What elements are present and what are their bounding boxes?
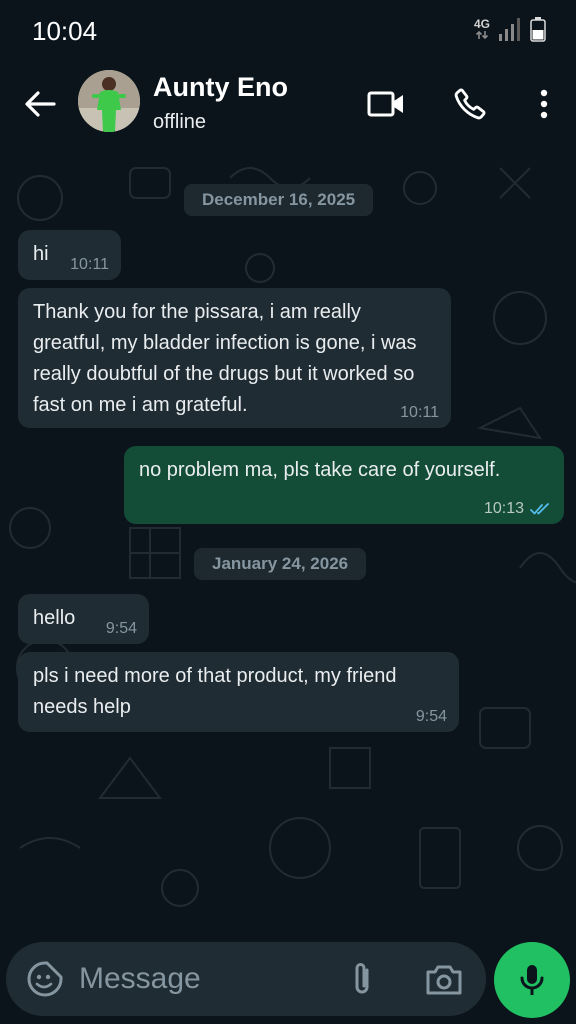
contact-name[interactable]: Aunty Eno: [153, 72, 288, 103]
message-bubble-incoming[interactable]: hello 9:54: [18, 594, 149, 644]
compose-bar: Message: [0, 938, 576, 1024]
signal-icon: [499, 18, 520, 41]
status-time: 10:04: [32, 16, 98, 46]
message-timestamp: 10:11: [70, 256, 109, 273]
message-bubble-outgoing[interactable]: no problem ma, pls take care of yourself…: [124, 446, 564, 524]
message-input[interactable]: Message: [6, 942, 486, 1016]
video-call-button[interactable]: [364, 82, 408, 126]
voice-call-icon: [454, 88, 486, 120]
camera-icon: [426, 965, 462, 995]
back-button[interactable]: [20, 84, 60, 124]
chat-header: Aunty Eno offline: [0, 64, 576, 148]
more-options-button[interactable]: [522, 82, 566, 126]
status-bar: 10:04 4G: [0, 0, 576, 64]
date-separator: January 24, 2026: [194, 548, 367, 580]
message-text: no problem ma, pls take care of yourself…: [139, 459, 501, 481]
video-call-icon: [367, 91, 403, 117]
microphone-icon: [520, 965, 544, 995]
message-text: Thank you for the pissara, i am really g…: [33, 301, 417, 416]
status-icons: 4G: [474, 16, 546, 42]
message-time: 10:13: [484, 500, 552, 518]
camera-button[interactable]: [424, 962, 464, 998]
message-bubble-incoming[interactable]: pls i need more of that product, my frie…: [18, 652, 459, 732]
message-bubble-incoming[interactable]: hi 10:11: [18, 230, 121, 280]
message-text: hi: [33, 243, 49, 265]
chat-area[interactable]: December 16, 2025 hi 10:11 Thank you for…: [0, 148, 576, 938]
more-options-icon: [540, 89, 548, 119]
data-arrows-icon: [475, 30, 489, 40]
contact-status: offline: [153, 111, 207, 133]
date-separator: December 16, 2025: [184, 184, 374, 216]
message-text: pls i need more of that product, my frie…: [33, 665, 397, 718]
message-time: 9:54: [416, 708, 447, 726]
network-indicator: 4G: [474, 18, 490, 40]
back-arrow-icon: [25, 91, 56, 117]
attach-button[interactable]: [344, 960, 380, 998]
avatar[interactable]: [78, 70, 140, 132]
chat-screen: 10:04 4G Aunty Eno offline December 16, …: [0, 0, 576, 1024]
sticker-icon: [27, 961, 63, 997]
paperclip-icon: [355, 963, 369, 994]
voice-message-button[interactable]: [494, 942, 570, 1018]
message-time: 10:11: [400, 404, 439, 422]
message-timestamp: 9:54: [415, 708, 447, 725]
message-timestamp: 9:54: [105, 620, 137, 637]
emoji-button[interactable]: [26, 960, 64, 998]
message-time: 10:11: [70, 256, 109, 274]
network-label: 4G: [473, 17, 490, 31]
message-bubble-incoming[interactable]: Thank you for the pissara, i am really g…: [18, 288, 451, 428]
message-timestamp: 10:13: [483, 500, 524, 517]
battery-icon: [530, 17, 546, 42]
message-text: hello: [33, 607, 76, 629]
voice-call-button[interactable]: [448, 82, 492, 126]
message-time: 9:54: [106, 620, 137, 638]
contact-photo: [78, 70, 140, 132]
read-receipt-icon: [530, 503, 549, 515]
message-placeholder[interactable]: Message: [79, 962, 201, 996]
message-timestamp: 10:11: [400, 404, 439, 421]
